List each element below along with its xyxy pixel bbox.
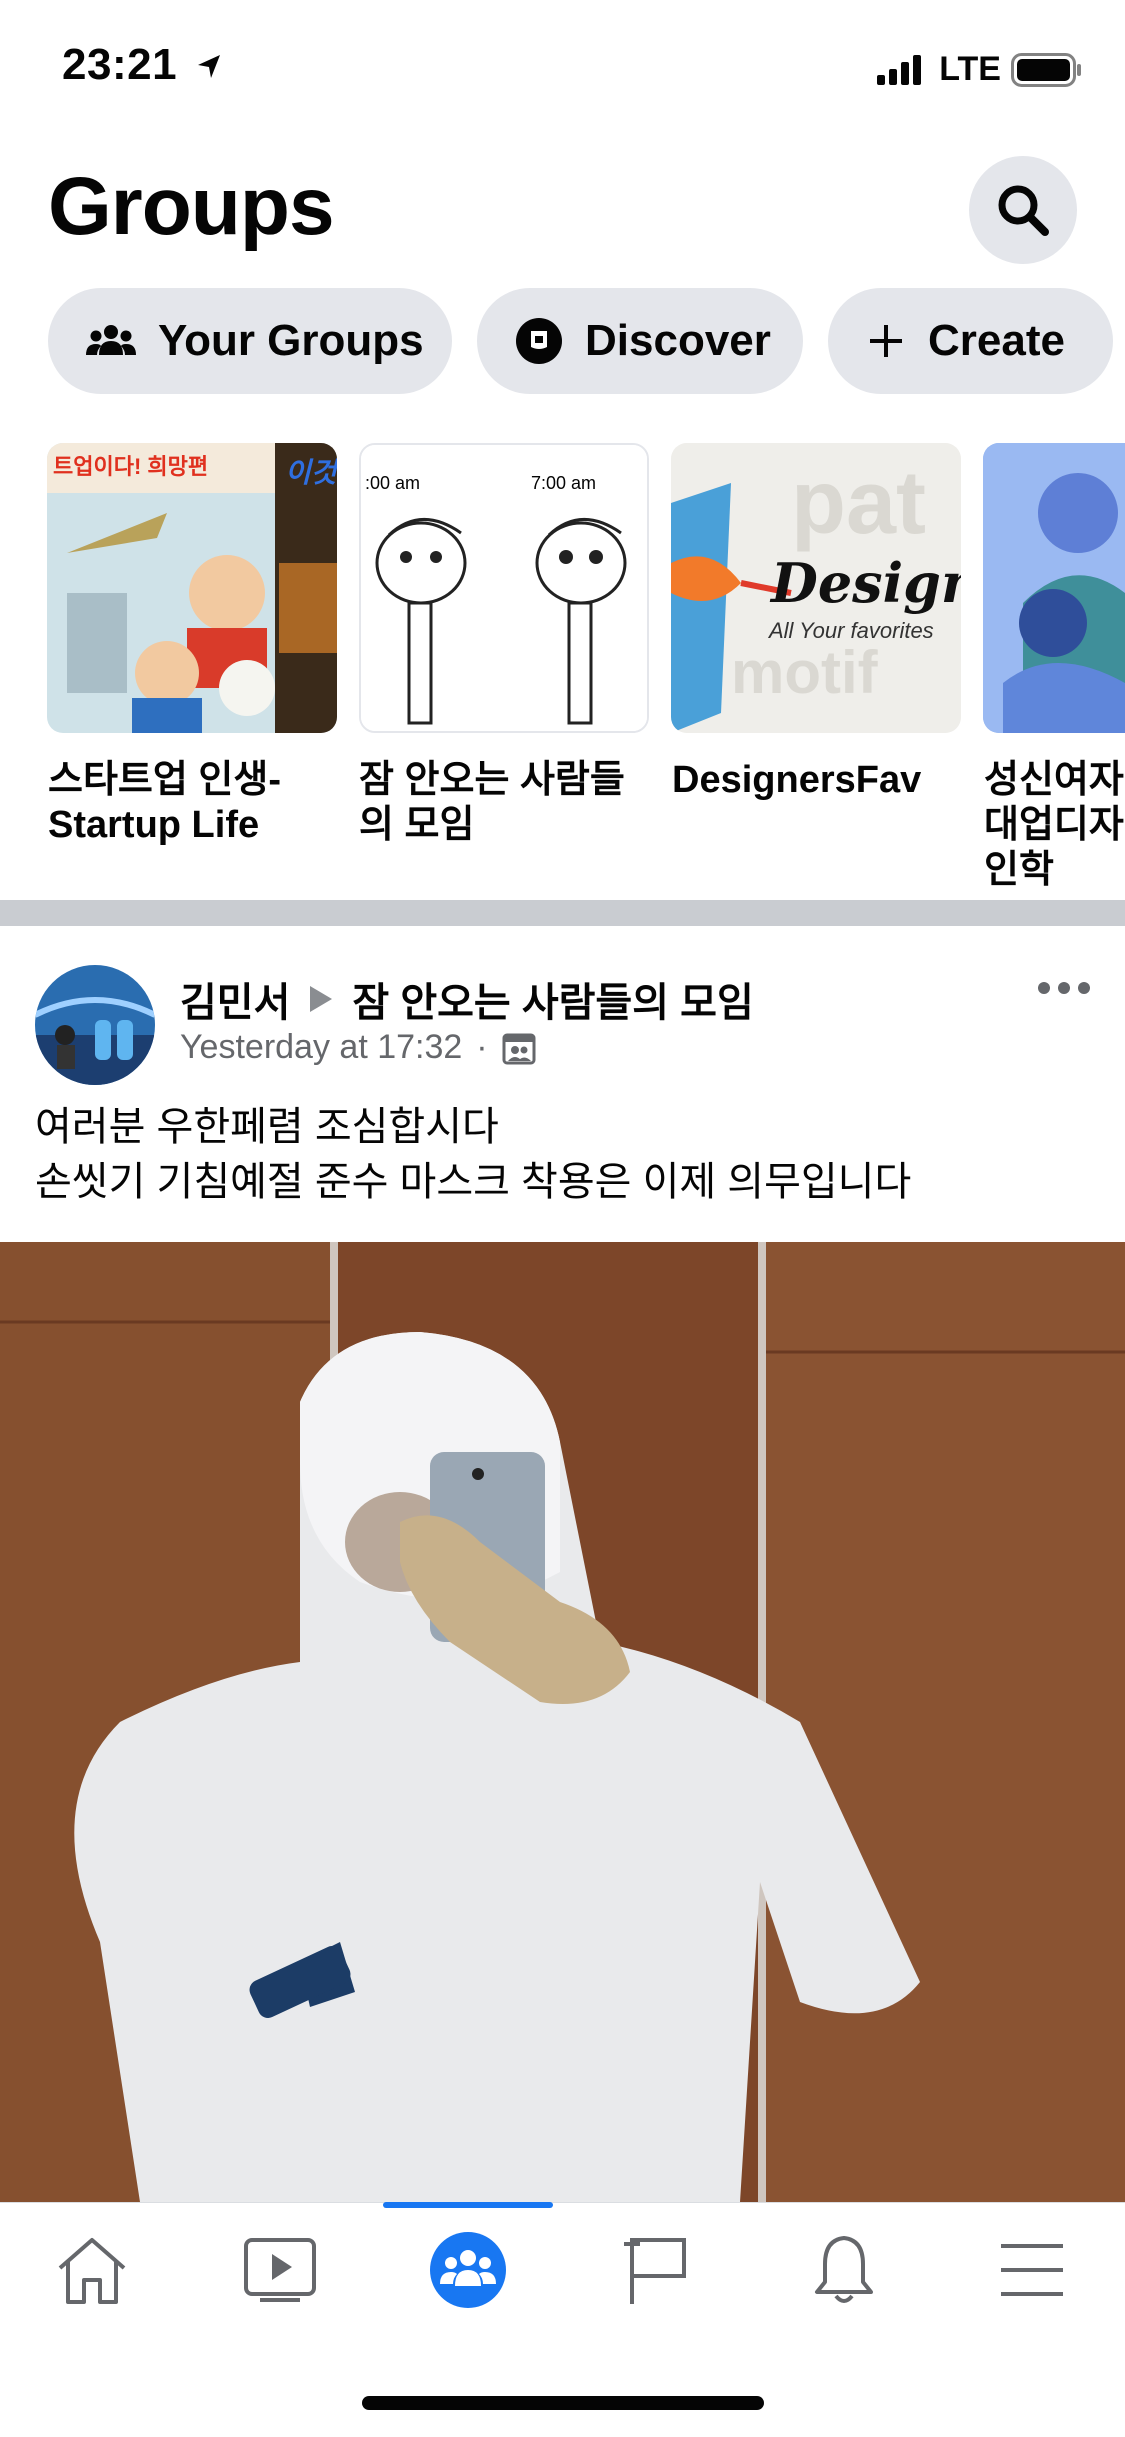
thumb-caption-2: All Your favorites — [769, 618, 934, 643]
nav-notifications[interactable] — [789, 2230, 899, 2310]
search-icon — [998, 185, 1049, 236]
post-meta: Yesterday at 17:32 · — [180, 1028, 536, 1067]
dot-icon — [1058, 982, 1070, 994]
section-divider — [0, 900, 1125, 926]
battery-icon — [1011, 52, 1081, 87]
active-tab-indicator — [383, 2202, 553, 2208]
thumb-caption: :00 am — [365, 473, 421, 493]
thumb-caption: 트업이다! 희망편 — [53, 454, 209, 479]
dot-icon — [1038, 982, 1050, 994]
dot-icon — [1078, 982, 1090, 994]
nav-pages[interactable] — [601, 2230, 711, 2310]
svg-text:motif: motif — [731, 639, 879, 706]
menu-icon — [1001, 2244, 1063, 2296]
discover-icon — [515, 317, 563, 365]
group-privacy-icon — [502, 1033, 536, 1064]
your-groups-button[interactable]: Your Groups — [48, 288, 452, 394]
post-text-line: 손씻기 기침예절 준수 마스크 착용은 이제 의무입니다 — [35, 1160, 912, 1204]
status-indicators: LTE — [877, 50, 1083, 89]
post-time[interactable]: Yesterday at 17:32 — [180, 1028, 462, 1067]
your-groups-label: Your Groups — [158, 316, 424, 365]
status-time: 23:21 — [62, 40, 224, 90]
group-name[interactable]: DesignersFav — [672, 758, 962, 803]
post-group-name[interactable]: 잠 안오는 사람들의 모임 — [352, 970, 753, 1028]
group-name[interactable]: 잠 안오는 사람들의 모임 — [359, 758, 649, 848]
triangle-right-icon — [310, 986, 333, 1012]
create-label: Create — [928, 316, 1065, 365]
groups-icon — [430, 2232, 506, 2308]
post-author[interactable]: 김민서 — [180, 970, 290, 1028]
group-name[interactable]: 스타트업 인생-Startup Life — [48, 758, 338, 848]
search-button[interactable] — [969, 156, 1077, 264]
post-text-line: 여러분 우한페렴 조심합시다 — [35, 1105, 499, 1149]
group-thumb-startup[interactable]: 트업이다! 희망편 이것 — [47, 443, 337, 733]
status-time-text: 23:21 — [62, 40, 178, 89]
network-type: LTE — [939, 50, 1001, 88]
flag-icon — [624, 2238, 686, 2304]
group-thumb-insomnia[interactable]: :00 am 7:00 am — [359, 443, 649, 733]
create-button[interactable]: Create — [828, 288, 1113, 394]
nav-watch[interactable] — [225, 2230, 335, 2310]
post-photo[interactable] — [0, 1242, 1125, 2202]
bell-icon — [815, 2236, 873, 2303]
page-title: Groups — [48, 161, 335, 252]
signal-icon — [877, 54, 922, 85]
groups-icon — [86, 323, 136, 359]
location-arrow-icon — [197, 55, 220, 79]
avatar[interactable] — [35, 965, 155, 1085]
home-indicator[interactable] — [362, 2396, 764, 2410]
nav-menu[interactable] — [977, 2230, 1087, 2310]
post-text: 여러분 우한페렴 조심합시다 손씻기 기침예절 준수 마스크 착용은 이제 의무… — [35, 1100, 911, 1210]
video-icon — [244, 2238, 316, 2302]
discover-label: Discover — [585, 316, 771, 365]
meta-separator: · — [476, 1028, 488, 1066]
plus-icon — [866, 321, 906, 361]
group-name[interactable]: 성신여자대업디자인학 — [984, 758, 1125, 893]
more-options-button[interactable] — [1038, 982, 1090, 994]
thumb-caption: Designer — [771, 551, 961, 615]
thumb-caption-2: 7:00 am — [531, 473, 597, 493]
post-header: 김민서 잠 안오는 사람들의 모임 — [180, 970, 754, 1028]
thumb-caption-2: 이것 — [285, 457, 337, 488]
group-thumb-designersfav[interactable]: pat motif Designer All Your favorites — [671, 443, 961, 733]
group-thumb-sungshin[interactable] — [983, 443, 1125, 733]
nav-groups[interactable] — [413, 2230, 523, 2310]
nav-home[interactable] — [37, 2230, 147, 2310]
discover-button[interactable]: Discover — [477, 288, 803, 394]
home-icon — [58, 2238, 126, 2304]
svg-text:pat: pat — [791, 453, 926, 553]
